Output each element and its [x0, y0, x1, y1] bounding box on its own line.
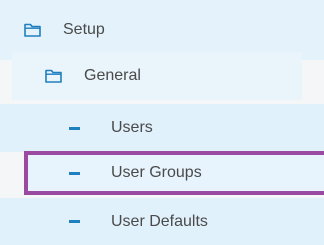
folder-icon [24, 23, 41, 37]
folder-icon [45, 69, 62, 83]
dash-icon [69, 171, 80, 175]
tree-item-label: Users [111, 119, 153, 136]
tree-item-setup[interactable]: Setup [0, 0, 324, 60]
tree-item-label: Setup [63, 21, 105, 38]
tree-item-users[interactable]: Users [0, 104, 324, 152]
tree-item-label: User Groups [111, 164, 202, 181]
tree-item-label: General [84, 67, 141, 84]
navigation-tree: Setup General Users User Groups User Def… [0, 0, 324, 245]
tree-item-general[interactable]: General [12, 52, 302, 100]
tree-item-user-defaults[interactable]: User Defaults [0, 198, 324, 245]
tree-item-label: User Defaults [111, 212, 208, 230]
dash-icon [69, 126, 80, 130]
dash-icon [69, 220, 80, 223]
tree-item-user-groups[interactable]: User Groups [24, 151, 324, 195]
